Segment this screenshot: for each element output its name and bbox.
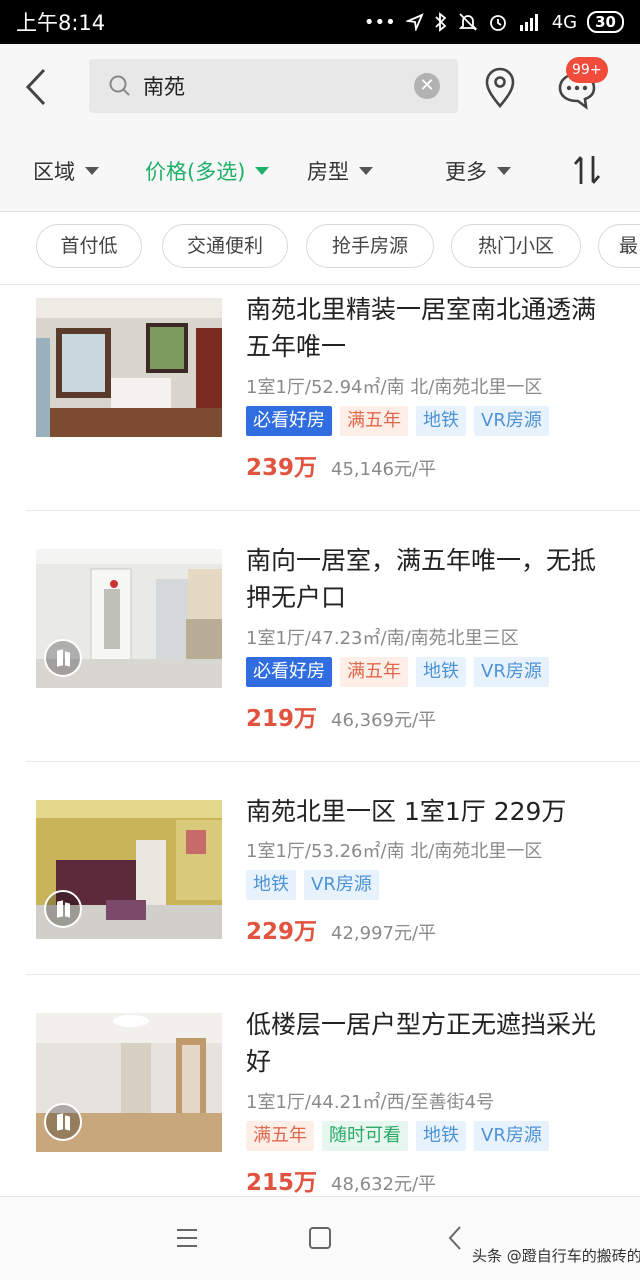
tag-subway: 地铁	[246, 870, 296, 900]
total-price: 239万	[246, 455, 318, 481]
unit-price: 46,369元/平	[331, 710, 437, 731]
search-box[interactable]: ✕	[89, 59, 458, 113]
listing-card[interactable]: 南苑北里一区 1室1厅 229万 1室1厅/53.26㎡/南 北/南苑北里一区 …	[0, 762, 640, 974]
listing-title: 南苑北里精装一居室南北通透满五年唯一	[246, 295, 597, 361]
tag-subway: 地铁	[416, 657, 466, 687]
watermark: 头条 @蹬自行车的搬砖的	[472, 1247, 640, 1265]
back-arrow-icon[interactable]	[18, 64, 54, 110]
total-price: 229万	[246, 919, 318, 945]
filter-more[interactable]: 更多	[445, 156, 511, 186]
home-icon[interactable]	[309, 1227, 331, 1249]
quick-tag-transit[interactable]: 交通便利	[162, 224, 288, 268]
sort-icon[interactable]	[572, 150, 602, 190]
tag-vr: VR房源	[474, 1121, 549, 1151]
unit-price: 45,146元/平	[331, 459, 437, 480]
location-arrow-icon	[405, 13, 424, 31]
map-pin-icon[interactable]	[482, 66, 518, 110]
status-bar: 上午8:14 ••• 4G 30	[0, 0, 640, 44]
total-price: 215万	[246, 1170, 318, 1196]
bluetooth-icon	[435, 12, 447, 32]
triangle-down-icon	[497, 167, 511, 175]
mute-bell-icon	[458, 13, 477, 31]
triangle-down-icon	[359, 167, 373, 175]
listing-title: 低楼层一居户型方正无遮挡采光好	[246, 1010, 597, 1076]
filter-price[interactable]: 价格(多选)	[145, 156, 270, 186]
listing-tags: 必看好房 满五年 地铁 VR房源	[246, 657, 549, 687]
battery-level: 30	[587, 11, 624, 33]
filter-label: 房型	[307, 160, 349, 184]
listing-tags: 地铁 VR房源	[246, 870, 379, 900]
quick-tag-hot-listing[interactable]: 抢手房源	[306, 224, 434, 268]
filter-bar: 区域 价格(多选) 房型 更多	[0, 132, 640, 212]
search-header: ✕ 99+	[0, 44, 640, 132]
quick-filter-row: 首付低 交通便利 抢手房源 热门小区 最	[0, 213, 640, 285]
signal-icon	[519, 14, 538, 31]
nav-back-icon[interactable]	[446, 1225, 464, 1251]
listing-price-row: 219万 46,369元/平	[246, 699, 436, 733]
listing-meta: 1室1厅/52.94㎡/南 北/南苑北里一区	[246, 377, 543, 398]
menu-icon[interactable]	[175, 1227, 199, 1249]
tag-five-years: 满五年	[340, 657, 408, 687]
listing-card[interactable]: 南向一居室，满五年唯一，无抵押无户口 1室1厅/47.23㎡/南/南苑北里三区 …	[0, 511, 640, 761]
listing-meta: 1室1厅/53.26㎡/南 北/南苑北里一区	[246, 841, 543, 862]
listing-price-row: 215万 48,632元/平	[246, 1163, 436, 1197]
search-icon	[109, 75, 130, 96]
tag-vr: VR房源	[474, 406, 549, 436]
message-badge: 99+	[566, 57, 608, 83]
listing-price-row: 229万 42,997元/平	[246, 912, 436, 946]
tag-five-years: 满五年	[340, 406, 408, 436]
listing-tags: 满五年 随时可看 地铁 VR房源	[246, 1121, 549, 1151]
listing-meta: 1室1厅/47.23㎡/南/南苑北里三区	[246, 628, 519, 649]
tag-five-years: 满五年	[246, 1121, 314, 1151]
quick-tag-popular-community[interactable]: 热门小区	[451, 224, 581, 268]
filter-area[interactable]: 区域	[33, 156, 99, 186]
vr-badge-icon	[44, 1103, 82, 1141]
listing-price-row: 239万 45,146元/平	[246, 448, 436, 482]
system-nav-bar: 头条 @蹬自行车的搬砖的	[0, 1196, 640, 1280]
filter-layout[interactable]: 房型	[307, 156, 373, 186]
tag-subway: 地铁	[416, 406, 466, 436]
listing-title: 南苑北里一区 1室1厅 229万	[246, 797, 567, 826]
quick-tag-down-payment[interactable]: 首付低	[36, 224, 142, 268]
listing-tags: 必看好房 满五年 地铁 VR房源	[246, 406, 549, 436]
more-dots-icon: •••	[363, 11, 396, 33]
search-input[interactable]	[143, 67, 393, 105]
triangle-down-icon	[255, 167, 270, 175]
status-icons: ••• 4G 30	[364, 11, 624, 33]
filter-label: 价格(多选)	[145, 160, 246, 184]
filter-label: 更多	[445, 160, 487, 184]
total-price: 219万	[246, 706, 318, 732]
tag-must-see: 必看好房	[246, 406, 332, 436]
listing-photo	[36, 298, 222, 437]
alarm-icon	[489, 15, 506, 31]
listing-card[interactable]: 低楼层一居户型方正无遮挡采光好 1室1厅/44.21㎡/西/至善街4号 满五年 …	[0, 975, 640, 1196]
tag-viewable: 随时可看	[322, 1121, 408, 1151]
listing-meta: 1室1厅/44.21㎡/西/至善街4号	[246, 1092, 495, 1113]
unit-price: 48,632元/平	[331, 1174, 437, 1195]
tag-must-see: 必看好房	[246, 657, 332, 687]
vr-badge-icon	[44, 639, 82, 677]
filter-label: 区域	[33, 160, 75, 184]
quick-tag-more[interactable]: 最	[598, 224, 640, 268]
tag-subway: 地铁	[416, 1121, 466, 1151]
listing-title: 南向一居室，满五年唯一，无抵押无户口	[246, 546, 597, 612]
tag-vr: VR房源	[474, 657, 549, 687]
network-type: 4G	[551, 11, 578, 33]
status-time: 上午8:14	[16, 11, 106, 35]
triangle-down-icon	[85, 167, 99, 175]
tag-vr: VR房源	[304, 870, 379, 900]
clear-search-icon[interactable]: ✕	[414, 73, 440, 99]
vr-badge-icon	[44, 890, 82, 928]
listing-card[interactable]: 南苑北里精装一居室南北通透满五年唯一 1室1厅/52.94㎡/南 北/南苑北里一…	[0, 285, 640, 510]
unit-price: 42,997元/平	[331, 923, 437, 944]
